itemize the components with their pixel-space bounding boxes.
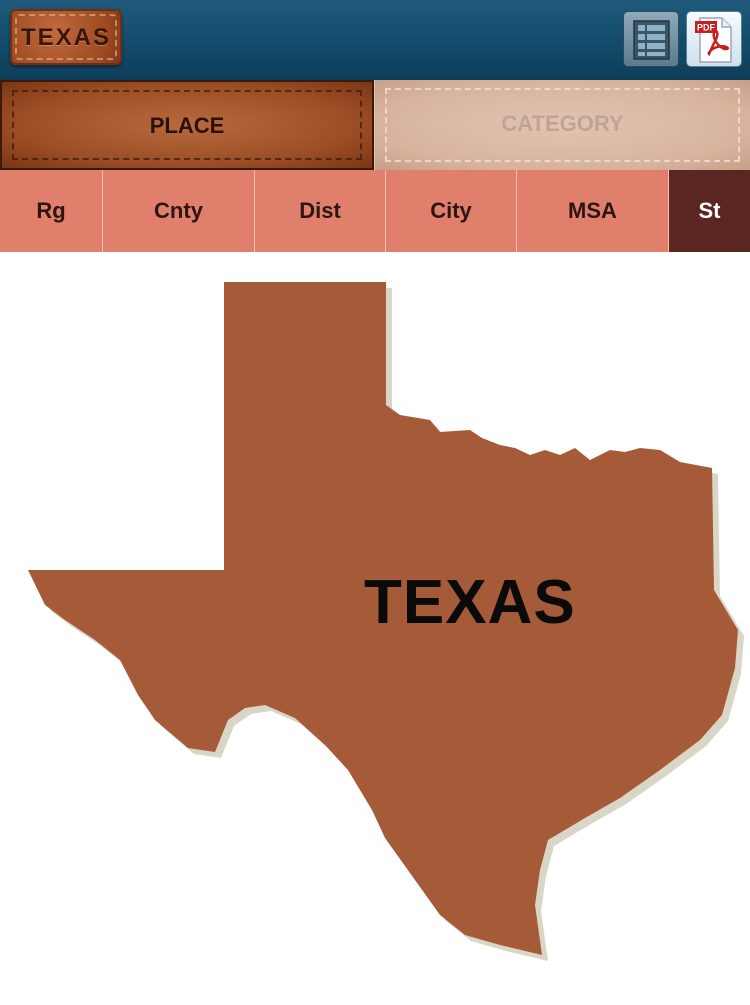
tab-county[interactable]: Cnty	[103, 170, 255, 252]
pdf-document-icon: PDF	[695, 17, 732, 63]
place-level-tabs: Rg Cnty Dist City MSA St	[0, 170, 750, 252]
tab-place[interactable]: PLACE	[0, 80, 374, 170]
pdf-badge-text: PDF	[697, 23, 716, 33]
tab-region[interactable]: Rg	[0, 170, 103, 252]
top-bar: TEXAS PDF	[0, 0, 750, 80]
state-map: TEXAS	[0, 252, 750, 1000]
texas-logo-button[interactable]: TEXAS	[10, 9, 122, 65]
main-tabs: PLACE CATEGORY	[0, 80, 750, 170]
pdf-export-button[interactable]: PDF	[686, 11, 742, 67]
tab-place-label: PLACE	[149, 113, 225, 138]
tab-category-label: CATEGORY	[501, 111, 624, 136]
tab-city[interactable]: City	[386, 170, 517, 252]
tab-category[interactable]: CATEGORY	[375, 80, 750, 170]
table-list-icon	[633, 20, 670, 60]
tab-msa[interactable]: MSA	[517, 170, 669, 252]
state-label: TEXAS	[364, 568, 576, 637]
logo-label: TEXAS	[20, 24, 111, 51]
tab-district[interactable]: Dist	[255, 170, 386, 252]
tab-state[interactable]: St	[669, 170, 750, 252]
list-view-button[interactable]	[623, 11, 679, 67]
